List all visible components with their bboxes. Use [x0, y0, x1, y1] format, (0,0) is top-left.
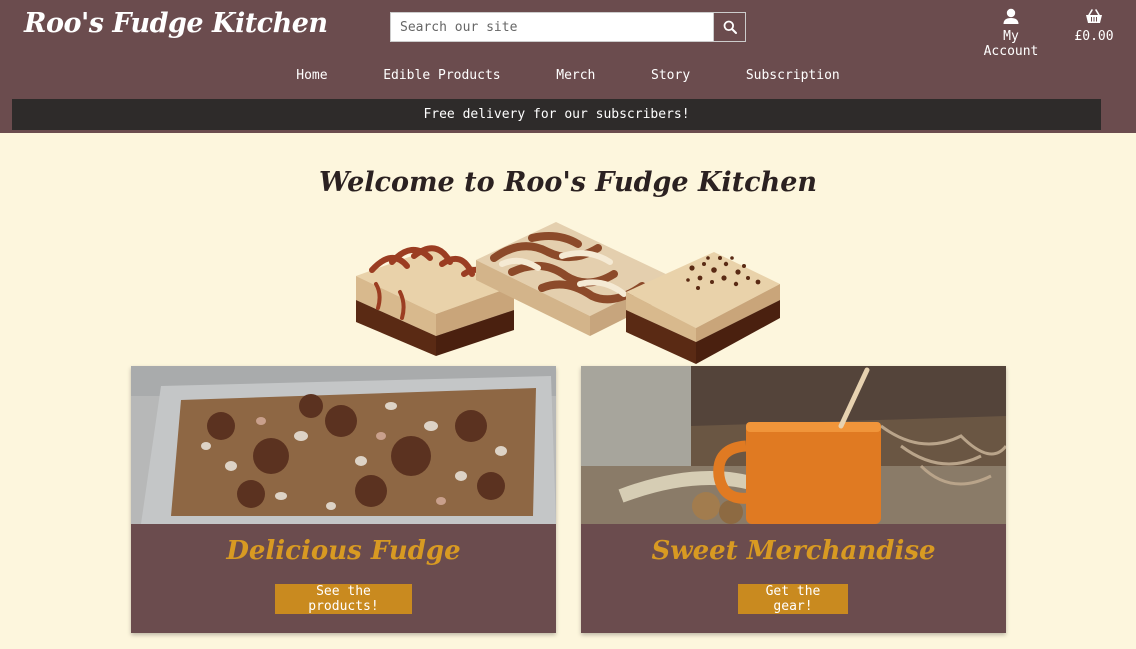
merch-card: Sweet Merchandise Get the gear!	[581, 366, 1006, 633]
basket-link[interactable]: £0.00	[1072, 7, 1116, 44]
basket-icon	[1086, 9, 1102, 23]
fudge-card-title: Delicious Fudge	[226, 536, 461, 566]
search-button[interactable]	[713, 12, 746, 42]
my-account-label: My Account	[983, 29, 1039, 59]
fudge-card: Delicious Fudge See the products!	[131, 366, 556, 633]
get-gear-button[interactable]: Get the gear!	[738, 584, 848, 614]
merch-card-title: Sweet Merchandise	[651, 536, 936, 566]
user-icon	[1003, 8, 1019, 24]
nav-item-edible-products[interactable]: Edible Products	[383, 68, 500, 83]
nav-item-home[interactable]: Home	[296, 68, 327, 83]
basket-total: £0.00	[1074, 29, 1114, 44]
fudge-tray-image	[131, 366, 556, 524]
search-input[interactable]	[390, 12, 713, 42]
site-logo[interactable]: Roo's Fudge Kitchen	[24, 8, 328, 39]
orange-mug-image	[581, 366, 1006, 524]
fudge-hero-illustration	[356, 222, 780, 364]
main-nav: Home Edible Products Merch Story Subscri…	[0, 64, 1136, 83]
delivery-banner: Free delivery for our subscribers!	[12, 99, 1101, 130]
search-icon	[723, 20, 737, 34]
nav-item-merch[interactable]: Merch	[556, 68, 595, 83]
see-products-button[interactable]: See the products!	[275, 584, 412, 614]
search-form	[390, 12, 746, 42]
welcome-heading: Welcome to Roo's Fudge Kitchen	[318, 167, 818, 198]
nav-item-story[interactable]: Story	[651, 68, 690, 83]
nav-item-subscription[interactable]: Subscription	[746, 68, 840, 83]
my-account-link[interactable]: My Account	[972, 7, 1050, 59]
site-header: Roo's Fudge Kitchen My Account £0.00 Hom…	[0, 0, 1136, 133]
